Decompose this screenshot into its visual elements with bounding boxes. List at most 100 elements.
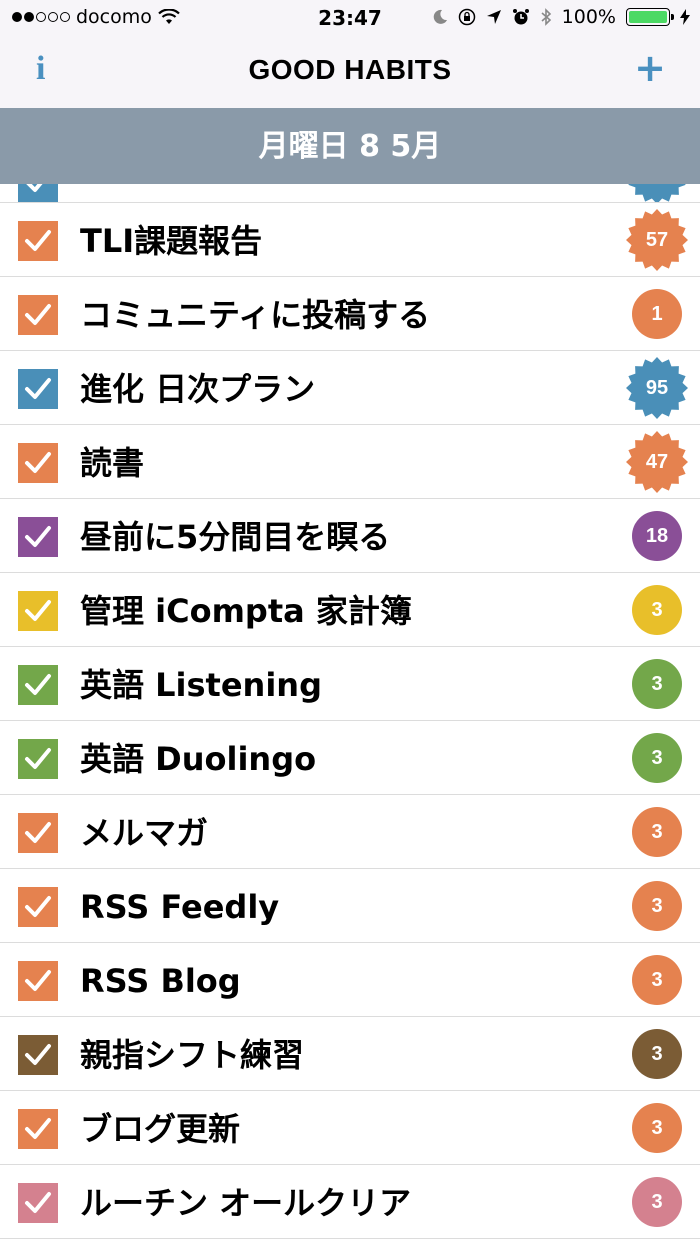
habit-label: 読書 [80,444,145,482]
habit-checkbox[interactable] [18,369,58,409]
habit-row[interactable]: 英語 Duolingo 3 [0,721,700,795]
streak-count: 95 [645,376,669,399]
habit-label: 進化 日次プラン [80,370,316,408]
streak-badge: 1 [632,289,682,339]
habit-checkbox[interactable] [18,221,58,261]
habit-row[interactable]: 管理 iCompta 家計簿 3 [0,573,700,647]
habit-row[interactable]: 進化 日次プラン 95 [0,351,700,425]
starburst-icon [628,184,686,202]
status-right: 100% [432,6,690,28]
location-icon [486,10,501,24]
add-habit-button[interactable]: + [634,46,666,90]
habit-row[interactable]: コミュニティに投稿する 1 [0,277,700,351]
habit-row[interactable]: ブログ更新 3 [0,1091,700,1165]
habit-label: コミュニティに投稿する [80,296,431,334]
moon-icon [433,9,447,24]
streak-count: 1 [651,302,663,325]
streak-count: 47 [645,450,669,473]
rotation-lock-icon [458,8,475,26]
checkmark-icon [25,822,51,843]
checkmark-icon [25,1044,51,1065]
habit-checkbox[interactable] [18,591,58,631]
battery-icon [626,8,674,26]
streak-badge: 3 [632,733,682,783]
habit-label: 昼前に5分間目を瞑る [80,518,391,556]
streak-badge [628,184,686,202]
habit-row[interactable]: TLI課題報告 57 [0,203,700,277]
habit-checkbox[interactable] [18,813,58,853]
habit-row[interactable]: RSS Feedly 3 [0,869,700,943]
habit-label: メルマガ [80,814,209,852]
charging-icon [680,9,690,25]
habit-checkbox[interactable] [18,961,58,1001]
checkmark-icon [25,1118,51,1139]
status-bar: docomo 23:47 100% [0,0,700,36]
habit-row[interactable]: メルマガ 3 [0,795,700,869]
habit-row[interactable]: 昼前に5分間目を瞑る 18 [0,499,700,573]
streak-count: 57 [645,228,669,251]
habit-label: ルーチン オールクリア [80,1184,412,1222]
streak-badge: 47 [626,431,688,493]
streak-count: 3 [651,1190,663,1213]
streak-badge: 3 [632,807,682,857]
streak-count: 3 [651,1116,663,1139]
streak-badge: 3 [632,955,682,1005]
checkmark-icon [26,184,43,192]
streak-count: 3 [651,968,663,991]
checkmark-icon [25,970,51,991]
streak-count: 3 [651,820,663,843]
streak-badge: 3 [632,1103,682,1153]
checkmark-icon [25,526,51,547]
habit-checkbox[interactable] [18,887,58,927]
habit-checkbox[interactable] [18,1109,58,1149]
streak-badge: 3 [632,659,682,709]
checkmark-icon [25,896,51,917]
alarm-icon [512,9,529,25]
habit-row[interactable]: 親指シフト練習 3 [0,1017,700,1091]
nav-bar: i GOOD HABITS + [0,36,700,108]
habit-label: 英語 Listening [80,666,322,704]
streak-count: 3 [651,1042,663,1065]
habit-label: 親指シフト練習 [80,1036,305,1074]
habit-label: ブログ更新 [80,1110,241,1148]
checkmark-icon [25,378,51,399]
habit-checkbox[interactable] [18,665,58,705]
checkmark-icon [25,600,51,621]
checkmark-icon [25,1192,51,1213]
date-header: 月曜日 8 5月 [0,108,700,184]
habit-checkbox[interactable] [18,1035,58,1075]
habit-checkbox[interactable] [18,184,58,202]
habit-checkbox[interactable] [18,443,58,483]
habit-checkbox[interactable] [18,1183,58,1223]
habit-label: RSS Blog [80,962,241,1000]
streak-count: 3 [651,746,663,769]
streak-badge: 3 [632,1177,682,1227]
habit-label: 管理 iCompta 家計簿 [80,592,412,630]
checkmark-icon [25,304,51,325]
streak-badge: 57 [626,209,688,271]
habit-checkbox[interactable] [18,739,58,779]
habit-row[interactable]: ルーチン オールクリア 3 [0,1165,700,1239]
battery-percent: 100% [561,6,616,28]
checkmark-icon [25,230,51,251]
streak-badge: 18 [632,511,682,561]
page-title: GOOD HABITS [248,54,452,85]
habit-list[interactable]: TLI課題報告 57 コミュニティに投稿する 1 進化 日次プラン 95 読書 47 昼前に5分… [0,184,700,1244]
streak-badge: 3 [632,881,682,931]
habit-checkbox[interactable] [18,295,58,335]
streak-count: 3 [651,894,663,917]
habit-row[interactable]: 英語 Listening 3 [0,647,700,721]
habit-label: TLI課題報告 [80,222,263,260]
streak-count: 3 [651,598,663,621]
streak-count: 18 [645,524,669,547]
checkmark-icon [25,452,51,473]
habit-row[interactable]: RSS Blog 3 [0,943,700,1017]
habit-row[interactable] [0,184,700,203]
checkmark-icon [25,748,51,769]
streak-count: 3 [651,672,663,695]
habit-row[interactable]: 読書 47 [0,425,700,499]
checkmark-icon [25,674,51,695]
streak-badge: 3 [632,1029,682,1079]
habit-checkbox[interactable] [18,517,58,557]
streak-badge: 95 [626,357,688,419]
